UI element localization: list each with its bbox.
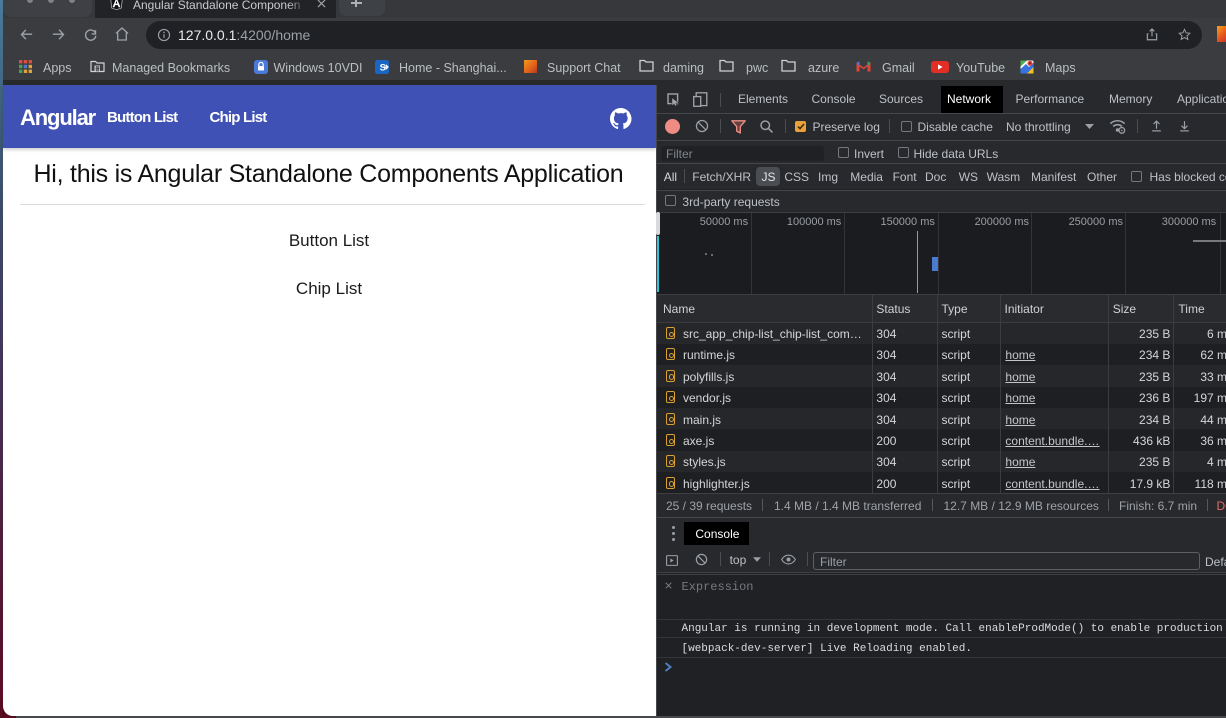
svg-text:S: S xyxy=(380,63,386,74)
